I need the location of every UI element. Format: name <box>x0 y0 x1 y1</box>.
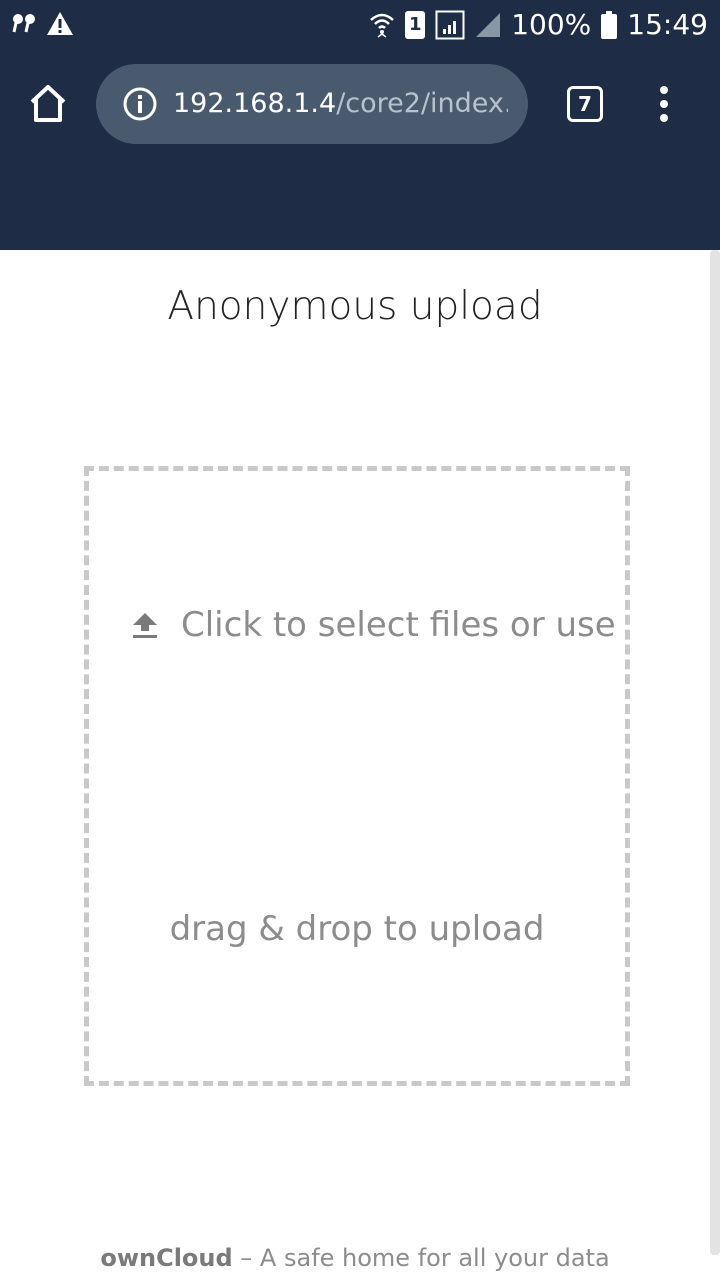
tab-count: 7 <box>578 92 592 116</box>
url-path: /core2/index.p <box>336 88 508 119</box>
drag-drop-text: drag & drop to upload <box>169 909 545 949</box>
sim-label: 1 <box>408 14 422 35</box>
url-text[interactable]: 192.168.1.4/core2/index.p <box>173 84 508 124</box>
address-bar[interactable]: 192.168.1.4/core2/index.p <box>96 64 528 144</box>
url-host: 192.168.1.4 <box>173 88 337 119</box>
select-files-text: Click to select files or use <box>181 605 616 645</box>
tab-switcher-button[interactable]: 7 <box>567 86 603 122</box>
info-icon[interactable] <box>122 86 158 122</box>
status-left-icons <box>10 10 74 38</box>
footer-brand[interactable]: ownCloud <box>100 1244 232 1272</box>
status-bar: 1 100% 15:49 <box>0 0 720 50</box>
wifi-icon <box>370 13 395 38</box>
notification-icon <box>12 14 35 33</box>
battery-percent: 100% <box>511 8 592 41</box>
battery-icon <box>601 11 618 39</box>
warning-icon <box>47 12 73 35</box>
upload-dropzone[interactable]: Click to select files or use drag & drop… <box>84 466 630 1086</box>
sim-badge-icon: 1 <box>405 11 426 39</box>
page-scrollbar[interactable] <box>710 250 720 1255</box>
signal-sim1-icon <box>435 10 465 40</box>
upload-icon <box>133 613 157 638</box>
page-title: Anonymous upload <box>167 284 543 329</box>
home-icon[interactable] <box>26 82 70 126</box>
browser-toolbar: 192.168.1.4/core2/index.p 7 <box>0 50 720 250</box>
footer: ownCloud – A safe home for all your data <box>0 1244 710 1272</box>
signal-sim2-icon <box>476 13 501 37</box>
clock: 15:49 <box>627 8 708 41</box>
more-vert-icon[interactable] <box>654 84 674 124</box>
status-right-icons: 1 100% 15:49 <box>369 8 708 42</box>
footer-tagline: – A safe home for all your data <box>232 1244 610 1272</box>
select-files-prompt[interactable]: Click to select files or use <box>129 605 616 645</box>
